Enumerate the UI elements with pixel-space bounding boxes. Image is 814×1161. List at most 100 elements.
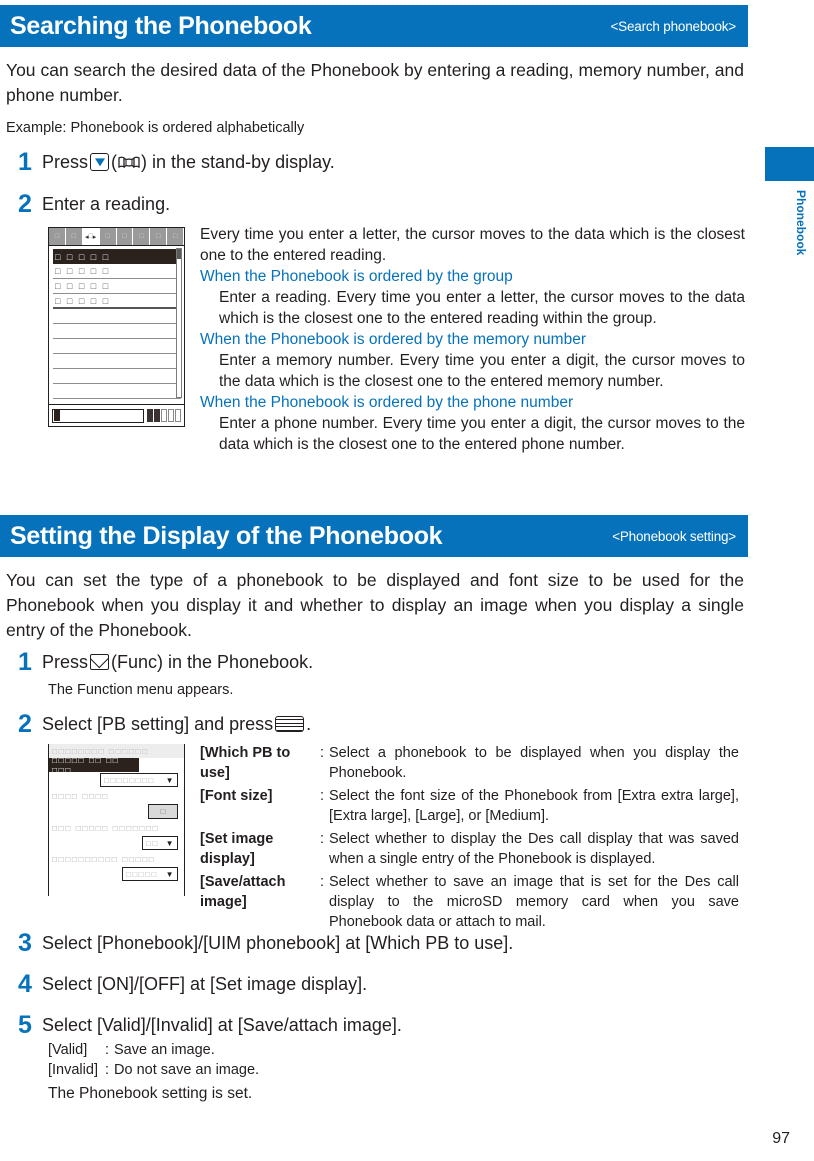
setting-desc: Select a phonebook to be displayed when … [329,745,739,781]
softkey-icon [154,409,160,422]
value-row-valid: [Valid] : Save an image. [48,1040,448,1060]
mockup-list-item-empty [53,339,181,354]
select-key-icon [275,716,305,732]
mockup-scrollbar [176,248,182,398]
setting-desc: Select whether to save an image that is … [329,874,739,930]
mockup-settings-label-4: □□□□□□□□□□ □□□□□ [52,854,156,864]
setting-colon: : [319,745,325,761]
section-title: Setting the Display of the Phonebook [10,521,443,550]
step-text: Press (Func) in the Phonebook. [42,650,313,674]
setting-row-font-size: [Font size] : Select the font size of th… [200,786,745,826]
mockup-search-footer [49,404,184,426]
mockup-dropdown-value: □□□□□□□□ [104,775,155,785]
setting-colon: : [319,874,325,890]
value-desc: Save an image. [114,1042,215,1058]
setting-term: [Font size] [200,788,273,804]
mockup-entry-list: □ □ □ □ □ □ □ □ □ □ □ □ □ □ □ □ □ □ □ □ [49,246,184,402]
softkey-icon [175,409,181,422]
search-subhead-group: When the Phonebook is ordered by the gro… [200,268,513,285]
section-title: Searching the Phonebook [10,11,312,40]
value-colon: : [104,1062,110,1078]
step-text-before: Press [42,652,89,672]
mockup-tab: □ [66,228,83,245]
phone-mockup-search-screen: □ □ ◂ □ ▸ □ □ □ □ □ □ □ □ □ □ □ □ □ □ □ □ … [48,227,185,427]
step-text-after: . [306,714,312,734]
settings-description-list: [Which PB to use] : Select a phonebook t… [200,743,745,932]
step-text: Select [PB setting] and press . [42,712,311,736]
section1-example: Example: Phonebook is ordered alphabetic… [6,120,305,136]
section-tag: <Search phonebook> [610,18,736,34]
mockup-settings-highlight: □□□□□ □□ □□ □□□ [49,755,139,775]
step5-value-list: [Valid] : Save an image. [Invalid] : Do … [48,1040,448,1080]
step-number: 2 [18,710,32,738]
section-header-setting: Setting the Display of the Phonebook <Ph… [0,515,748,557]
mockup-tab: □ [133,228,151,245]
section-tag: <Phonebook setting> [612,528,736,544]
chevron-down-icon: ▼ [165,775,175,785]
value-colon: : [104,1042,110,1058]
mockup-tab-bar: □ □ ◂ □ ▸ □ □ □ □ □ [49,228,184,246]
section-header-search: Searching the Phonebook <Search phoneboo… [0,5,748,47]
step-number: 3 [18,929,32,957]
mockup-tab-active: ◂ □ ▸ [82,228,100,245]
step-1-setting-note: The Function menu appears. [48,682,234,698]
step-text-before: Press [42,152,89,172]
step-1-setting: 1 Press (Func) in the Phonebook. [18,648,313,676]
mockup-list-item: □ □ □ □ □ [53,264,181,279]
mockup-tab: □ [49,228,66,245]
mail-func-key-icon [90,654,110,670]
search-descriptions: Every time you enter a letter, the curso… [200,224,745,455]
chevron-down-icon: ▼ [165,838,175,848]
value-row-invalid: [Invalid] : Do not save an image. [48,1060,448,1080]
setting-term: [Which PB to use] [200,745,291,781]
section2-intro: You can set the type of a phonebook to b… [6,570,744,640]
mockup-search-input [52,408,144,423]
mockup-field-row-3: □□ ▼ [49,835,184,851]
mockup-field-row-4: □□□□□ ▼ [49,866,184,882]
step-number: 2 [18,190,32,218]
step-2-setting: 2 Select [PB setting] and press . [18,710,311,738]
softkey-icon [147,409,153,422]
mockup-dropdown-which-pb: □□□□□□□□ ▼ [100,773,178,787]
mockup-list-item: □ □ □ □ □ [53,279,181,294]
mockup-tab: □ [150,228,168,245]
step-5-setting: 5 Select [Valid]/[Invalid] at [Save/atta… [18,1011,402,1039]
mockup-list-item-empty [53,369,181,384]
value-desc: Do not save an image. [114,1062,260,1078]
value-term: [Invalid] [48,1062,98,1078]
mockup-list-item-empty [53,309,181,324]
mockup-settings-label-3: □□□ □□□□□ □□□□□□□ [52,823,160,833]
step-text-before: Select [PB setting] and press [42,714,274,734]
phone-mockup-settings-screen: □□□□□□□□ □□□□□□ □□□□□ □□ □□ □□□ □□□□□□□□… [48,744,185,896]
chevron-down-icon: ▼ [165,869,175,879]
mockup-list-item-empty [53,354,181,369]
mockup-dropdown-save-attach: □□□□□ ▼ [122,867,178,881]
setting-colon: : [319,788,325,804]
mockup-tab: □ [167,228,184,245]
text-cursor [54,410,60,421]
search-subbody-memory: Enter a memory number. Every time you en… [219,352,745,390]
mockup-list-item-empty [53,384,181,399]
mockup-list-item-selected: □ □ □ □ □ [53,249,181,264]
mockup-list-item: □ □ □ □ □ [53,294,181,309]
step-1-search: 1 Press ( ) in the stand-by display. [18,150,335,175]
step-number: 5 [18,1011,32,1039]
step-4-setting: 4 Select [ON]/[OFF] at [Set image displa… [18,972,368,997]
mockup-dropdown-set-image: □□ ▼ [142,836,178,850]
step-text: Select [Phonebook]/[UIM phonebook] at [W… [42,933,514,953]
step-text-mid: ( [111,152,118,172]
setting-row-set-image: [Set image display] : Select whether to … [200,829,745,869]
step-3-setting: 3 Select [Phonebook]/[UIM phonebook] at … [18,929,514,957]
step-text: Select [Valid]/[Invalid] at [Save/attach… [42,1015,402,1035]
setting-term: [Set image display] [200,831,274,867]
mockup-tab: □ [100,228,117,245]
mockup-value-box-font-size: □ [148,804,178,819]
step-text: Enter a reading. [42,194,171,214]
page-number: 97 [772,1130,790,1147]
softkey-icon [168,409,174,422]
down-key-icon [90,153,110,171]
step-text: Select [ON]/[OFF] at [Set image display]… [42,974,368,994]
mockup-dropdown-value: □□□□□ [126,869,158,879]
search-subbody-group: Enter a reading. Every time you enter a … [219,289,745,327]
step-number: 1 [18,648,32,676]
